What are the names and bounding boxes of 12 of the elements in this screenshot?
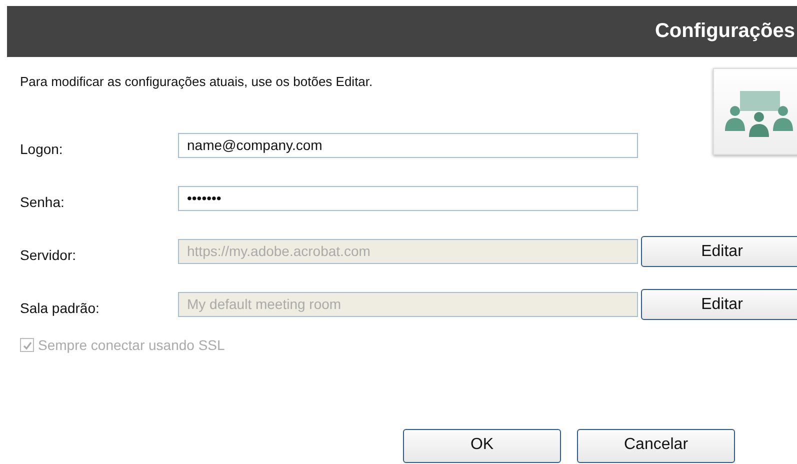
input-field[interactable]: •••••••	[178, 186, 638, 211]
input-field[interactable]: name@company.com	[178, 133, 638, 158]
field-label: Sala padrão:	[19, 298, 100, 316]
field-label: Logon:	[19, 140, 64, 156]
cancel-button[interactable]: Cancelar	[577, 429, 735, 463]
checkbox-label: Sempre conectar usando SSL	[38, 337, 225, 353]
field-label: Servidor:	[19, 246, 78, 262]
field-label: Senha:	[19, 192, 66, 210]
instructions-text: Para modificar as configurações atuais, use os botões Editar.	[20, 74, 373, 89]
dialog-title: Configurações	[654, 20, 795, 43]
meeting-room-icon	[713, 68, 797, 155]
ok-button[interactable]: OK	[403, 429, 561, 463]
